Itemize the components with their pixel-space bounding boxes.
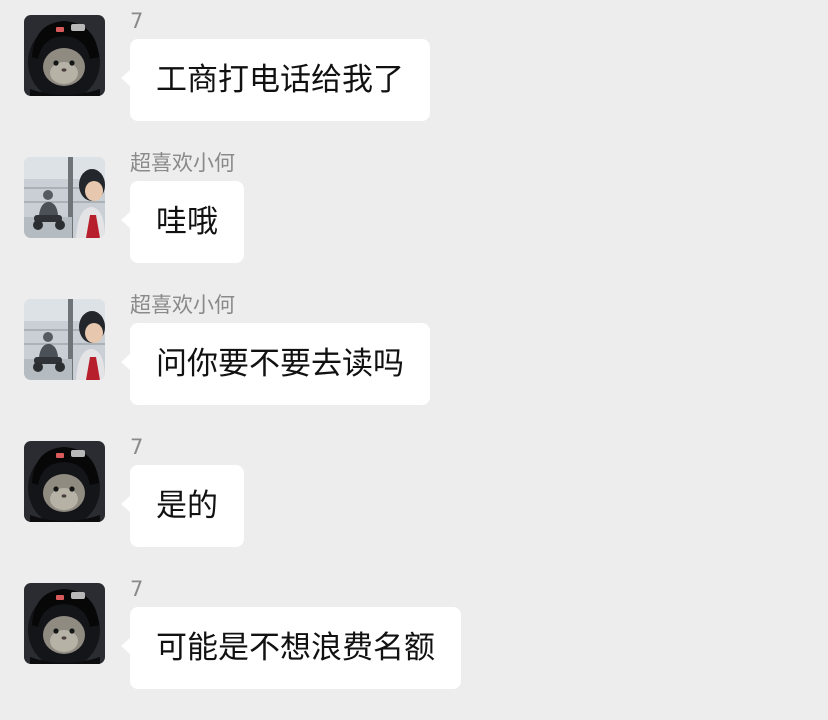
window-photo-avatar[interactable]: [24, 157, 105, 238]
sender-name: 7: [130, 577, 144, 601]
sender-name: 7: [130, 9, 144, 33]
helmet-cat-avatar[interactable]: [24, 583, 105, 664]
window-photo-avatar[interactable]: [24, 299, 105, 380]
message-bubble[interactable]: 是的: [121, 465, 244, 547]
message-bubble[interactable]: 可能是不想浪费名额: [121, 607, 461, 689]
helmet-cat-avatar[interactable]: [24, 15, 105, 96]
sender-name: 超喜欢小何: [130, 293, 235, 317]
message-bubble[interactable]: 工商打电话给我了: [121, 39, 430, 121]
helmet-cat-avatar[interactable]: [24, 441, 105, 522]
message-bubble[interactable]: 哇哦: [121, 181, 244, 263]
sender-name: 超喜欢小何: [130, 151, 235, 175]
sender-name: 7: [130, 435, 144, 459]
message-bubble[interactable]: 问你要不要去读吗: [121, 323, 430, 405]
